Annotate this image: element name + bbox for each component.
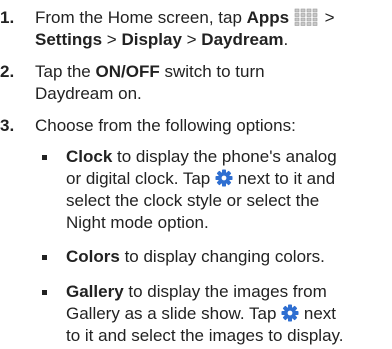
option-name: Colors <box>66 247 120 266</box>
instructions-document: 1. From the Home screen, tap Apps > Sett… <box>0 0 392 349</box>
step-text: Choose from the following options: <box>35 116 296 135</box>
step-number: 3. <box>0 116 15 135</box>
settings-gear-icon <box>281 304 299 327</box>
option-line: or digital clock. Tap next to it and <box>66 169 335 192</box>
option-line: Colors to display changing colors. <box>66 247 325 266</box>
step-text: Tap the ON/OFF switch to turn <box>35 62 265 81</box>
apps-grid-icon <box>294 8 320 31</box>
bullet-marker <box>42 290 47 295</box>
step-text-line2: Daydream on. <box>35 84 142 103</box>
apps-label: Apps <box>246 8 290 27</box>
step-number: 1. <box>0 8 15 27</box>
bullet-marker <box>42 155 47 160</box>
settings-gear-icon <box>215 169 233 192</box>
step-text: From the Home screen, tap Apps > <box>35 8 387 31</box>
step-text-line2: Settings > Display > Daydream. <box>35 30 289 49</box>
option-name: Clock <box>66 147 113 166</box>
onoff-label: ON/OFF <box>95 62 160 81</box>
option-line: Gallery as a slide show. Tap next <box>66 304 336 327</box>
option-name: Gallery <box>66 282 124 301</box>
option-line: select the clock style or select the <box>66 191 320 210</box>
bullet-marker <box>42 255 47 260</box>
option-line: to it and select the images to display. <box>66 326 344 345</box>
step-number: 2. <box>0 62 15 81</box>
option-line: Clock to display the phone's analog <box>66 147 337 166</box>
option-line: Gallery to display the images from <box>66 282 327 301</box>
option-line: Night mode option. <box>66 213 209 232</box>
